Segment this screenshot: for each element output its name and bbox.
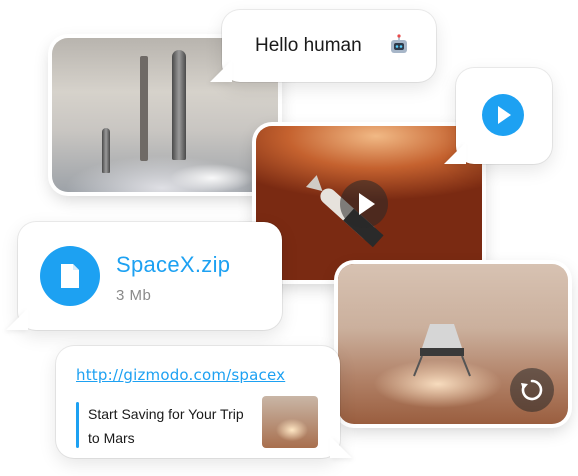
link-message-bubble[interactable]: http://gizmodo.com/spacex Start Saving f…: [56, 346, 352, 458]
file-message-bubble[interactable]: SpaceX.zip 3 Mb: [6, 222, 282, 330]
bubble-tail: [444, 142, 466, 164]
hello-message-text: Hello human: [255, 35, 362, 56]
bubble-tail: [210, 60, 232, 82]
rocket-shape: [102, 128, 110, 173]
replay-icon: [521, 379, 543, 401]
file-name[interactable]: SpaceX.zip: [116, 252, 230, 278]
rocket-shape: [172, 50, 186, 160]
bubble-tail: [6, 308, 28, 330]
play-icon[interactable]: [340, 180, 388, 228]
link-preview-thumbnail[interactable]: [262, 396, 318, 448]
link-preview-title[interactable]: Start Saving for Your Trip to Mars: [88, 402, 256, 450]
replay-button[interactable]: [510, 368, 554, 412]
hello-message-bubble[interactable]: Hello human: [210, 10, 436, 82]
video-message-bubble[interactable]: [444, 68, 552, 164]
robot-face-icon: [388, 34, 410, 61]
bubble-tail: [330, 436, 352, 458]
mars-landing-video[interactable]: [338, 264, 568, 424]
play-button[interactable]: [482, 94, 524, 136]
file-icon: [40, 246, 100, 306]
link-url[interactable]: http://gizmodo.com/spacex: [76, 366, 285, 384]
link-preview-bar: [76, 402, 79, 448]
file-size: 3 Mb: [116, 287, 152, 304]
launch-tower: [140, 56, 148, 161]
